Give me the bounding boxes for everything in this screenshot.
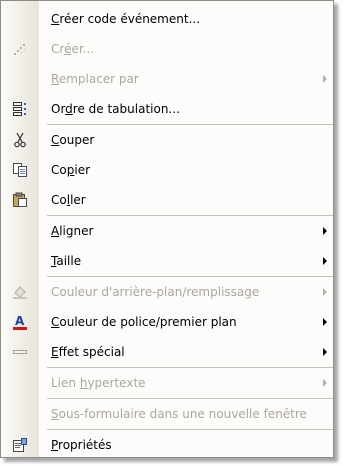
- access-key: A: [51, 224, 60, 238]
- create-wand-icon: [12, 41, 28, 57]
- access-key: d: [65, 102, 73, 116]
- label-text: re de tabulation...: [72, 102, 180, 116]
- menu-item-label: Coller: [51, 193, 86, 207]
- label-text: ffet spécial: [58, 345, 125, 359]
- label-text: ouleur de police/premier plan: [59, 315, 237, 329]
- label-text: aille: [56, 254, 82, 268]
- label-text: Co: [51, 193, 67, 207]
- copy-icon: [12, 162, 28, 178]
- menu-item-properties[interactable]: Propriétés: [1, 430, 333, 460]
- label-text: ier: [74, 163, 91, 177]
- svg-text:A: A: [15, 314, 25, 328]
- label-text: Couleur d'arrière-plan/remplissage: [51, 285, 260, 299]
- menu-item-align[interactable]: Aligner: [1, 216, 333, 246]
- menu-item-subform-new-window: Sous-formulaire dans une nouvelle fenêtr…: [1, 399, 333, 429]
- menu-item-label: Ordre de tabulation...: [51, 102, 180, 116]
- menu-item-label: Propriétés: [51, 438, 112, 452]
- label-text: Co: [51, 163, 67, 177]
- menu-item-label: Remplacer par: [51, 72, 139, 86]
- access-key: P: [51, 438, 59, 452]
- scissors-icon: [12, 132, 28, 148]
- label-text: Lien: [51, 376, 80, 390]
- menu-item-label: Taille: [51, 254, 81, 268]
- label-text: ler: [70, 193, 86, 207]
- menu-item-paste[interactable]: Coller: [1, 185, 333, 215]
- menu-item-label: Créer code événement...: [51, 12, 200, 26]
- menu-item-cut[interactable]: Couper: [1, 125, 333, 155]
- menu-item-label: Copier: [51, 163, 90, 177]
- label-text: réer code événement...: [59, 12, 201, 26]
- menu-item-font-color[interactable]: A Couleur de police/premier plan: [1, 307, 333, 337]
- tab-order-icon: [12, 101, 28, 117]
- menu-item-replace-with: Remplacer par: [1, 64, 333, 94]
- label-text: ypertexte: [87, 376, 146, 390]
- menu-item-label: Couper: [51, 133, 94, 147]
- label-text: er...: [71, 42, 95, 56]
- font-color-icon: A: [12, 314, 28, 330]
- submenu-arrow-icon: [323, 379, 327, 387]
- menu-item-tab-order[interactable]: Ordre de tabulation...: [1, 94, 333, 124]
- menu-item-special-effect[interactable]: Effet spécial: [1, 337, 333, 367]
- label-text: ouper: [59, 133, 95, 147]
- menu-item-size[interactable]: Taille: [1, 246, 333, 276]
- access-key: S: [51, 407, 59, 421]
- submenu-arrow-icon: [323, 348, 327, 356]
- context-menu: Créer code événement... Créer... Remplacer…: [0, 0, 334, 458]
- menu-items: Créer code événement... Créer... Remplacer…: [1, 4, 333, 460]
- label-text: ous-formulaire dans une nouvelle fenêtre: [58, 407, 307, 421]
- label-text: ligner: [59, 224, 94, 238]
- properties-icon: [12, 437, 28, 453]
- label-text: ropriétés: [58, 438, 112, 452]
- label-text: emplacer par: [58, 72, 139, 86]
- access-key: E: [51, 345, 59, 359]
- menu-item-hyperlink: Lien hypertexte: [1, 368, 333, 398]
- label-text: Or: [51, 102, 66, 116]
- submenu-arrow-icon: [323, 318, 327, 326]
- menu-item-create-event-code[interactable]: Créer code événement...: [1, 4, 333, 34]
- menu-item-label: Couleur de police/premier plan: [51, 315, 237, 329]
- menu-item-label: Effet spécial: [51, 345, 125, 359]
- submenu-arrow-icon: [323, 75, 327, 83]
- submenu-arrow-icon: [323, 288, 327, 296]
- submenu-arrow-icon: [323, 257, 327, 265]
- menu-item-label: Couleur d'arrière-plan/remplissage: [51, 285, 259, 299]
- menu-item-label: Sous-formulaire dans une nouvelle fenêtr…: [51, 407, 307, 421]
- menu-item-back-fill-color: Couleur d'arrière-plan/remplissage: [1, 277, 333, 307]
- menu-item-copy[interactable]: Copier: [1, 155, 333, 185]
- paste-icon: [12, 192, 28, 208]
- menu-item-label: Créer...: [51, 42, 94, 56]
- special-effect-icon: [12, 344, 28, 360]
- menu-item-create: Créer...: [1, 34, 333, 64]
- menu-item-label: Lien hypertexte: [51, 376, 146, 390]
- label-text: Cr: [51, 42, 65, 56]
- submenu-arrow-icon: [323, 227, 327, 235]
- access-key: R: [51, 72, 59, 86]
- fill-color-icon: [12, 284, 28, 300]
- menu-item-label: Aligner: [51, 224, 93, 238]
